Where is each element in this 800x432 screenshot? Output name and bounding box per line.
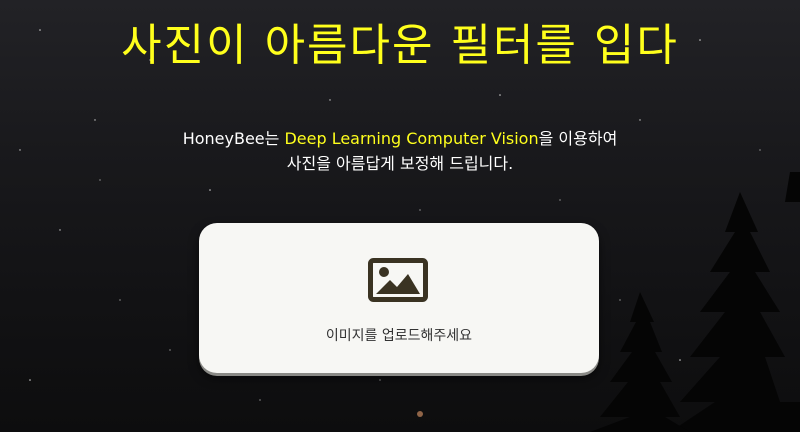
hero-title: 사진이 아름다운 필터를 입다: [121, 20, 679, 71]
subtitle-text-start: HoneyBee는: [182, 129, 285, 148]
image-icon: [368, 258, 428, 302]
subtitle-highlight: Deep Learning Computer Vision: [284, 129, 539, 148]
subtitle-line-two: 사진을 아름답게 보정해 드립니다.: [286, 154, 514, 173]
subtitle-text-end: 을 이용하여: [538, 129, 618, 148]
hero-subtitle: HoneyBee는 Deep Learning Computer Vision을…: [0, 126, 800, 176]
upload-label: 이미지를 업로드해주세요: [325, 328, 473, 344]
image-upload-dropzone[interactable]: 이미지를 업로드해주세요: [199, 223, 599, 373]
